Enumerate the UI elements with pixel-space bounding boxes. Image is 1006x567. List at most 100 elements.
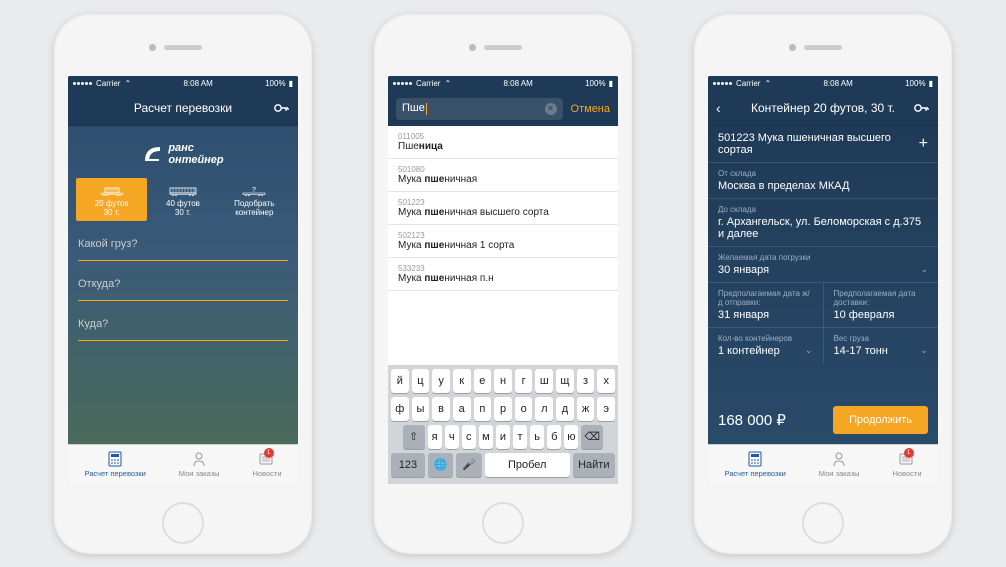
battery-label: 100%: [905, 79, 925, 88]
key-icon[interactable]: [274, 103, 290, 113]
key-м[interactable]: м: [479, 425, 493, 449]
tab-orders[interactable]: Мои заказы: [819, 450, 860, 478]
key-щ[interactable]: щ: [556, 369, 574, 393]
result-row[interactable]: 501080Мука пшеничная: [388, 159, 618, 192]
result-title: Пшеница: [398, 141, 608, 152]
key-ж[interactable]: ж: [577, 397, 595, 421]
home-button[interactable]: [162, 502, 204, 544]
key-ш[interactable]: ш: [535, 369, 553, 393]
key-н[interactable]: н: [494, 369, 512, 393]
keyboard: йцукенгшщзх фывапролджэ ⇧ ячсмитьбю ⌫ 12…: [388, 365, 618, 484]
key-у[interactable]: у: [432, 369, 450, 393]
chevron-down-icon: ⌄: [920, 264, 928, 275]
num-key[interactable]: 123: [391, 453, 425, 477]
tab-label: Расчет перевозки: [724, 469, 785, 478]
shift-key[interactable]: ⇧: [403, 425, 425, 449]
key-э[interactable]: э: [597, 397, 615, 421]
key-ц[interactable]: ц: [412, 369, 430, 393]
time-label: 8:08 AM: [503, 79, 532, 88]
cancel-button[interactable]: Отмена: [571, 103, 610, 115]
price-value: 168 000 ₽: [718, 411, 786, 429]
to-row[interactable]: До склада г. Архангельск, ул. Беломорска…: [708, 199, 938, 247]
from-row[interactable]: От склада Москва в пределах МКАД: [708, 163, 938, 199]
phone-1: Carrier⌃ 8:08 AM 100%▮ Расчет перевозки …: [54, 14, 312, 554]
key-л[interactable]: л: [535, 397, 553, 421]
tab-news[interactable]: Новости1: [252, 450, 281, 478]
key-а[interactable]: а: [453, 397, 471, 421]
key-в[interactable]: в: [432, 397, 450, 421]
search-input[interactable]: Пше ✕: [396, 98, 563, 120]
date-label: Желаемая дата погрузки: [718, 253, 928, 262]
phone-3: Carrier⌃ 8:08 AM 100%▮ ‹ Контейнер 20 фу…: [694, 14, 952, 554]
key-д[interactable]: д: [556, 397, 574, 421]
seg-40ft[interactable]: 40 футов30 т.: [147, 178, 218, 221]
tab-label: Мои заказы: [179, 469, 220, 478]
plus-icon[interactable]: +: [919, 135, 928, 153]
home-button[interactable]: [802, 502, 844, 544]
wifi-icon: ⌃: [124, 79, 131, 88]
key-ю[interactable]: ю: [564, 425, 578, 449]
key-icon[interactable]: [914, 103, 930, 113]
result-row[interactable]: 501223Мука пшеничная высшего сорта: [388, 192, 618, 225]
result-row[interactable]: 011005Пшеница: [388, 126, 618, 159]
key-о[interactable]: о: [515, 397, 533, 421]
carrier-label: Carrier: [416, 79, 440, 88]
seg-pick[interactable]: ? Подобратьконтейнер: [219, 178, 290, 221]
status-bar: Carrier⌃ 8:08 AM 100%▮: [388, 76, 618, 92]
battery-label: 100%: [265, 79, 285, 88]
tab-label: Расчет перевозки: [84, 469, 145, 478]
result-row[interactable]: 502123Мука пшеничная 1 сорта: [388, 225, 618, 258]
from-value: Москва в пределах МКАД: [718, 180, 849, 192]
tab-calc[interactable]: Расчет перевозки: [84, 450, 145, 478]
tab-calc[interactable]: Расчет перевозки: [724, 450, 785, 478]
key-ы[interactable]: ы: [412, 397, 430, 421]
container-segment: 20 футов30 т. 40 футов30 т. ? Подобратьк…: [76, 178, 290, 221]
from-field[interactable]: Откуда?: [78, 269, 288, 301]
ship-date-col: Предполагаемая дата ж/д отправки: 31 янв…: [708, 283, 824, 327]
key-й[interactable]: й: [391, 369, 409, 393]
key-г[interactable]: г: [515, 369, 533, 393]
find-key[interactable]: Найти: [573, 453, 615, 477]
cargo-field[interactable]: Какой груз?: [78, 229, 288, 261]
globe-key[interactable]: 🌐: [428, 453, 453, 477]
tab-news[interactable]: Новости1: [892, 450, 921, 478]
key-п[interactable]: п: [474, 397, 492, 421]
clear-icon[interactable]: ✕: [545, 103, 557, 115]
seg-label: 40 футов: [166, 199, 200, 208]
key-р[interactable]: р: [494, 397, 512, 421]
status-bar: Carrier⌃ 8:08 AM 100%▮: [708, 76, 938, 92]
key-е[interactable]: е: [474, 369, 492, 393]
to-field[interactable]: Куда?: [78, 309, 288, 341]
key-ч[interactable]: ч: [445, 425, 459, 449]
tab-orders[interactable]: Мои заказы: [179, 450, 220, 478]
key-ь[interactable]: ь: [530, 425, 544, 449]
key-х[interactable]: х: [597, 369, 615, 393]
brand-line2: онтейнер: [168, 154, 223, 166]
ship-label: Предполагаемая дата ж/д отправки:: [718, 289, 813, 307]
key-я[interactable]: я: [428, 425, 442, 449]
mic-key[interactable]: 🎤: [456, 453, 481, 477]
weight-select[interactable]: Вес груза 14-17 тонн⌄: [824, 328, 939, 363]
key-ф[interactable]: ф: [391, 397, 409, 421]
key-и[interactable]: и: [496, 425, 510, 449]
cargo-row[interactable]: 501223 Мука пшеничная высшего сортая +: [708, 126, 938, 163]
key-б[interactable]: б: [547, 425, 561, 449]
back-button[interactable]: ‹: [716, 100, 721, 116]
home-button[interactable]: [482, 502, 524, 544]
date-row[interactable]: Желаемая дата погрузки 30 января⌄: [708, 247, 938, 283]
person-icon: [190, 450, 208, 468]
key-з[interactable]: з: [577, 369, 595, 393]
seg-label: 20 футов: [95, 199, 129, 208]
qty-value: 1 контейнер: [718, 345, 780, 357]
estimated-dates: Предполагаемая дата ж/д отправки: 31 янв…: [708, 283, 938, 328]
key-к[interactable]: к: [453, 369, 471, 393]
continue-button[interactable]: Продолжить: [833, 406, 928, 434]
qty-select[interactable]: Кол-во контейнеров 1 контейнер⌄: [708, 328, 824, 363]
key-с[interactable]: с: [462, 425, 476, 449]
seg-20ft[interactable]: 20 футов30 т.: [76, 178, 147, 221]
to-value: г. Архангельск, ул. Беломорская с д.375 …: [718, 216, 928, 240]
key-т[interactable]: т: [513, 425, 527, 449]
result-row[interactable]: 533233Мука пшеничная п.н: [388, 258, 618, 291]
space-key[interactable]: Пробел: [485, 453, 570, 477]
backspace-key[interactable]: ⌫: [581, 425, 603, 449]
